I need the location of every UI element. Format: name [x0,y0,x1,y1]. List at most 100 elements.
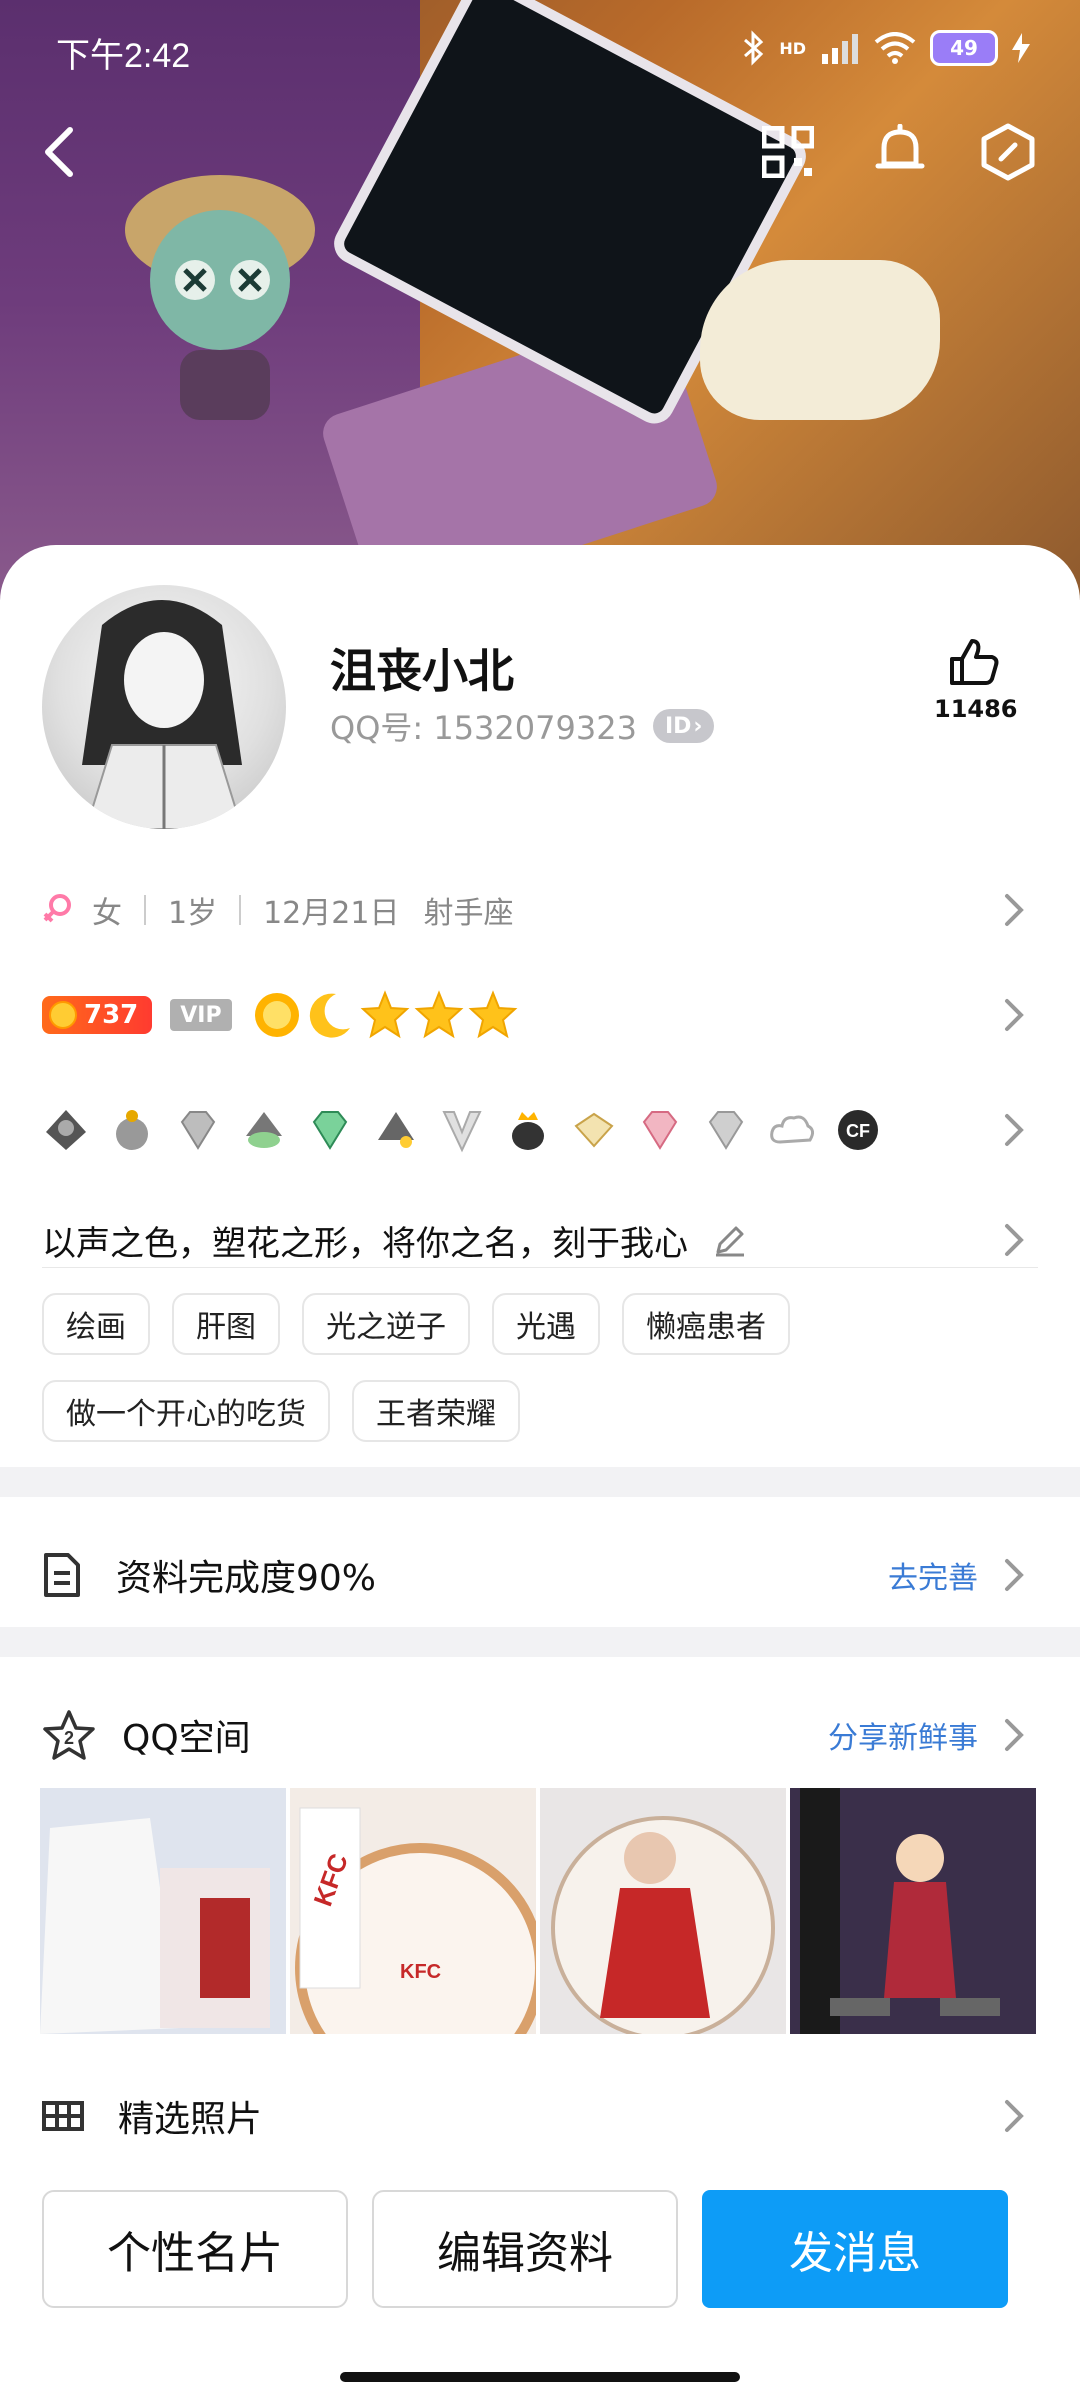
qzone-photo[interactable] [40,1788,286,2034]
chevron-right-icon [1005,999,1024,1031]
document-icon [44,1553,80,1597]
badge-diamond-gray-icon [180,1111,216,1150]
qzone-row[interactable]: 2 QQ空间 分享新鲜事 [42,1705,1038,1765]
edit-profile-button[interactable]: 编辑资料 [372,2190,678,2308]
qzone-photo[interactable] [540,1788,786,2034]
qzone-photo[interactable] [790,1788,1036,2034]
section-gap [0,1467,1080,1497]
badge-cf-icon: CF [838,1110,878,1150]
tag-item[interactable]: 肝图 [172,1293,280,1355]
tag-item[interactable]: 王者荣耀 [352,1380,520,1442]
badge-penguin-crown-icon [512,1112,544,1150]
star-icon [414,990,464,1039]
tags-row-1: 绘画 肝图 光之逆子 光遇 懒癌患者 [42,1292,1038,1356]
send-message-button[interactable]: 发消息 [702,2190,1008,2308]
badge-diamond-green-icon [312,1111,348,1150]
share-news-link[interactable]: 分享新鲜事 [828,1713,978,1757]
top-navigation [0,110,1080,190]
svg-text:CF: CF [846,1121,870,1141]
chevron-right-icon [1005,1114,1024,1146]
tag-item[interactable]: 光之逆子 [302,1293,470,1355]
qzone-star-icon: 2 [43,1710,95,1760]
photo-bags-image [40,1788,286,2034]
basic-info-row[interactable]: 女 1岁 12月21日 射手座 [42,885,1038,935]
badge-diamond-silver-icon [708,1111,744,1150]
badge-v-icon [442,1111,482,1153]
tag-item[interactable]: 懒癌患者 [622,1293,790,1355]
signal-icon [822,34,858,64]
complete-profile-link[interactable]: 去完善 [888,1553,978,1597]
sun-coin-icon [49,1001,77,1029]
level-row[interactable]: 737 VIP [42,985,1038,1045]
like-button[interactable]: 11486 [934,637,1018,723]
grid-icon [42,2101,84,2131]
gender: 女 [92,896,122,931]
badge-penguin-green-icon [246,1112,282,1148]
bottom-action-bar: 个性名片 编辑资料 发消息 [0,2170,1080,2400]
tag-item[interactable]: 绘画 [42,1293,150,1355]
tag-item[interactable]: 光遇 [492,1293,600,1355]
divider [144,895,146,925]
send-message-label: 发消息 [789,2228,921,2279]
chevron-right-icon: › [693,713,703,739]
badge-diamond-pink-icon [642,1111,678,1150]
photo-character-card-image [540,1788,786,2034]
badge-penguin-gray-icon [46,1110,86,1150]
qid-badge[interactable]: ID › [652,709,715,743]
level-value: 737 [84,1000,139,1030]
qr-code-button[interactable] [756,120,820,184]
hexagon-settings-icon [981,123,1035,181]
cover-chibi-figure [125,175,315,420]
svg-text:KFC: KFC [400,1961,441,1983]
photo-kfc-plate-image: KFC KFC [290,1788,536,2034]
birthday: 12月21日 [263,896,400,931]
settings-button[interactable] [976,120,1040,184]
status-bar: 下午2:42 HD 49 [0,0,1080,100]
profile-completion-row[interactable]: 资料完成度90% 去完善 [42,1545,1038,1605]
profile-card-button[interactable]: 个性名片 [42,2190,348,2308]
age: 1岁 [168,896,218,931]
back-button[interactable] [28,120,92,184]
bluetooth-icon [744,30,764,66]
notification-button[interactable] [868,120,932,184]
edit-pencil-icon[interactable] [712,1222,748,1258]
qr-code-icon [762,126,814,178]
avatar[interactable] [42,585,286,829]
back-arrow-icon [45,127,73,177]
badge-penguin-star-icon [378,1112,414,1148]
level-badge: 737 [42,996,153,1034]
photo-game-screenshot-image [790,1788,1036,2034]
qq-number: QQ号: 1532079323 [330,709,637,747]
qzone-level: 2 [64,1728,74,1748]
thumbs-up-icon [950,639,999,685]
edit-profile-label: 编辑资料 [437,2228,613,2279]
featured-photos-row[interactable]: 精选照片 [42,2091,1038,2141]
home-indicator[interactable] [340,2372,740,2382]
badges-row[interactable]: CF [42,1095,1038,1165]
qq-number-row: QQ号: 1532079323 ID › [330,703,715,749]
completion-label: 资料完成度90% [116,1558,377,1599]
sun-icon [254,993,299,1037]
status-icons: HD 49 [741,30,1030,66]
bell-icon [875,124,925,169]
signature-text: 以声之色，塑花之形，将你之名，刻于我心 [42,1223,688,1264]
constellation: 射手座 [423,896,514,931]
nickname: 沮丧小北 [330,644,514,698]
divider [239,895,242,925]
chevron-right-icon [1005,1224,1024,1256]
qzone-photos: KFC KFC [40,1788,1040,2034]
wifi-icon [874,32,916,64]
chevron-right-icon [1005,1719,1024,1751]
tag-item[interactable]: 做一个开心的吃货 [42,1380,330,1442]
female-icon [43,894,71,923]
avatar-illustration [82,600,244,829]
qzone-photo[interactable]: KFC KFC [290,1788,536,2034]
divider [42,1267,1038,1268]
signature-row[interactable]: 以声之色，塑花之形，将你之名，刻于我心 [42,1205,1038,1275]
network-type: HD [779,38,806,58]
vip-badge: VIP [170,999,232,1031]
like-count: 11486 [934,695,1018,723]
charging-icon [1012,33,1030,63]
section-gap [0,1627,1080,1657]
profile-card-label: 个性名片 [107,2228,283,2279]
